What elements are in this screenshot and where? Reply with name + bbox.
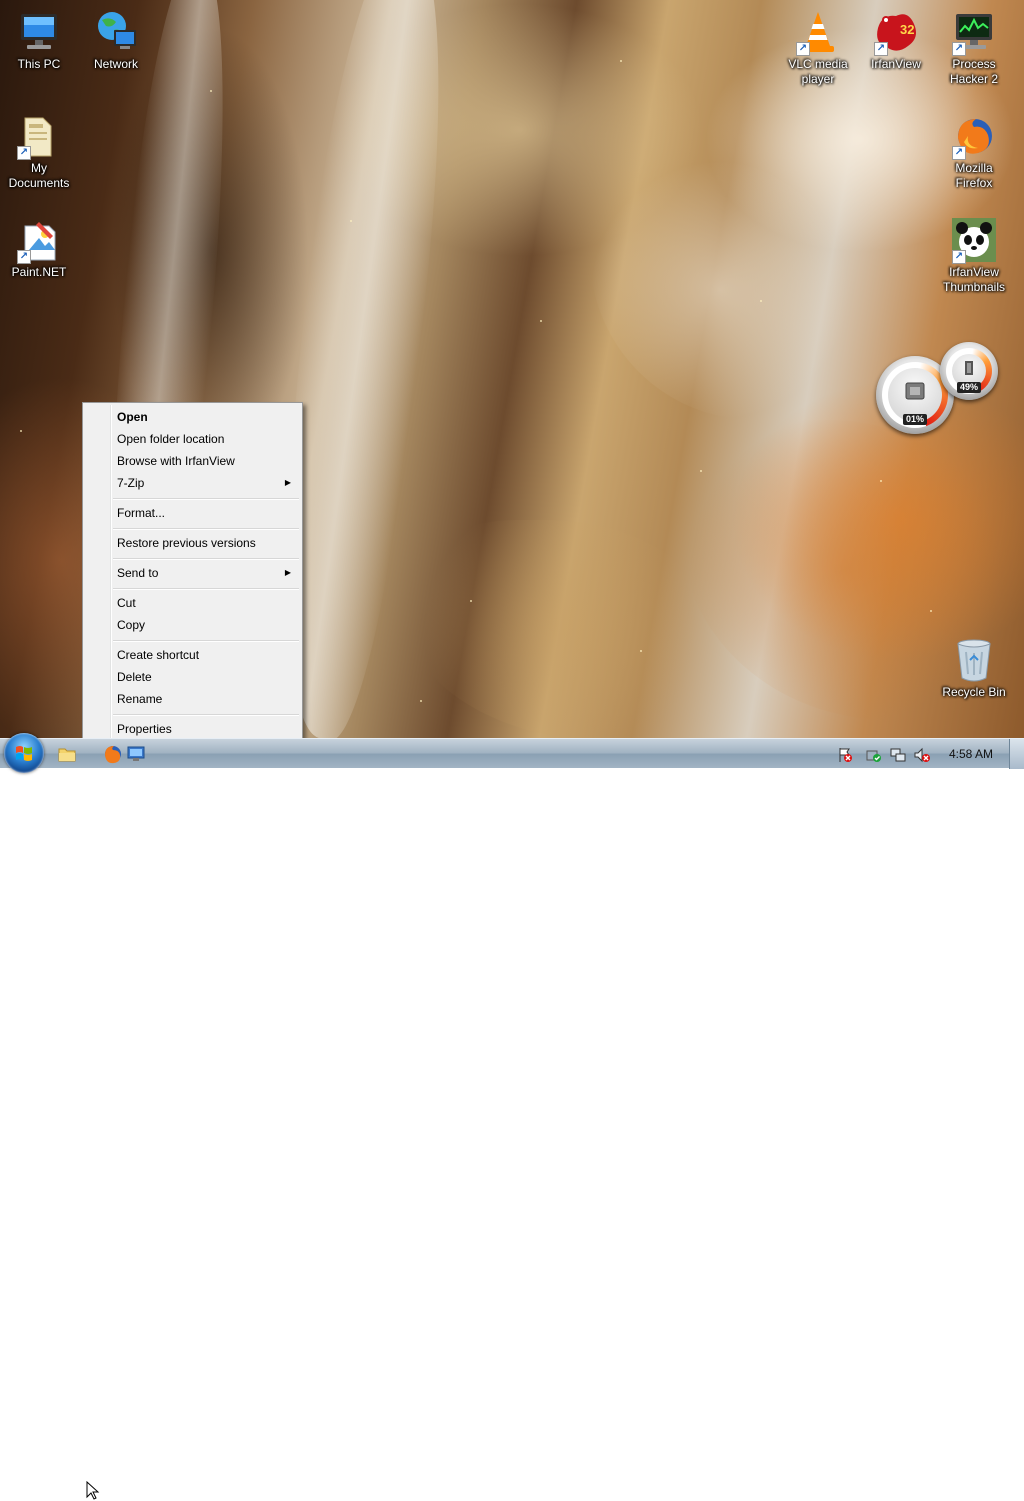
- documents-folder-icon: ↗: [15, 112, 63, 160]
- menu-item-create-shortcut[interactable]: Create shortcut: [85, 644, 300, 666]
- shortcut-arrow-icon: ↗: [952, 250, 966, 264]
- desktop-icon-paint-net[interactable]: ↗ Paint.NET: [1, 216, 77, 280]
- menu-item-7-zip[interactable]: 7-Zip ▶: [85, 472, 300, 494]
- windows-logo-icon: [16, 746, 32, 761]
- desktop-icon-label: Mozilla Firefox: [955, 161, 993, 190]
- vlc-cone-icon: ↗: [794, 8, 842, 56]
- desktop-icon-label: Paint.NET: [11, 265, 67, 279]
- shortcut-arrow-icon: ↗: [874, 42, 888, 56]
- menu-item-open-folder-location[interactable]: Open folder location: [85, 428, 300, 450]
- cpu-chip-icon: [905, 382, 925, 400]
- network-globe-icon: [92, 8, 140, 56]
- firefox-icon[interactable]: [103, 744, 123, 764]
- irfanview-icon: 32 ↗: [872, 8, 920, 56]
- memory-readout: 49%: [956, 382, 982, 393]
- desktop-icon-label: This PC: [17, 57, 61, 71]
- context-menu: Open Open folder location Browse with Ir…: [82, 402, 303, 738]
- submenu-arrow-icon: ▶: [284, 478, 291, 487]
- taskbar-clock[interactable]: 4:58 AM: [936, 739, 1006, 769]
- explorer-icon[interactable]: [57, 744, 77, 764]
- menu-separator: [113, 528, 299, 530]
- desktop-icon-label: IrfanView: [871, 57, 921, 71]
- start-button[interactable]: [4, 733, 44, 773]
- menu-separator: [113, 498, 299, 500]
- desktop-icon-irfanview-thumbnails[interactable]: ↗ IrfanView Thumbnails: [936, 216, 1012, 295]
- desktop-icon-vlc[interactable]: ↗ VLC media player: [780, 8, 856, 87]
- volume-muted-icon[interactable]: [914, 747, 930, 763]
- menu-separator: [113, 588, 299, 590]
- menu-item-browse-with-irfanview[interactable]: Browse with IrfanView: [85, 450, 300, 472]
- desktop-icon-label: Network: [93, 57, 138, 71]
- shortcut-arrow-icon: ↗: [17, 146, 31, 160]
- desktop-icon-firefox[interactable]: ↗ Mozilla Firefox: [936, 112, 1012, 191]
- desktop-icon-my-documents[interactable]: ↗ My Documents: [1, 112, 77, 191]
- show-desktop-button[interactable]: [1009, 739, 1024, 769]
- network-icon[interactable]: [890, 747, 906, 763]
- menu-item-restore-previous-versions[interactable]: Restore previous versions: [85, 532, 300, 554]
- shortcut-arrow-icon: ↗: [796, 42, 810, 56]
- menu-item-send-to[interactable]: Send to ▶: [85, 562, 300, 584]
- remote-desktop-icon[interactable]: [126, 744, 146, 764]
- submenu-arrow-icon: ▶: [284, 568, 291, 577]
- recycle-bin-icon: [950, 636, 998, 684]
- menu-item-rename[interactable]: Rename: [85, 688, 300, 710]
- action-center-icon[interactable]: [837, 747, 853, 763]
- desktop-icon-this-pc[interactable]: This PC: [1, 8, 77, 72]
- desktop-background: This PC Network ↗ My Documents ↗ Paint.N…: [0, 0, 1024, 738]
- menu-separator: [113, 558, 299, 560]
- security-icon[interactable]: [866, 747, 882, 763]
- desktop-icon-network[interactable]: Network: [78, 8, 154, 72]
- shortcut-arrow-icon: ↗: [17, 250, 31, 264]
- menu-item-properties[interactable]: Properties: [85, 718, 300, 738]
- memory-chip-icon: [965, 361, 973, 375]
- firefox-icon: ↗: [950, 112, 998, 160]
- menu-separator: [113, 714, 299, 716]
- desktop-icon-label: Process Hacker 2: [949, 57, 999, 86]
- irfanview-badge: 32: [900, 22, 914, 37]
- mouse-cursor-icon: [86, 1481, 100, 1500]
- desktop-icon-label: Recycle Bin: [942, 685, 1006, 699]
- desktop-icon-label: IrfanView Thumbnails: [942, 265, 1006, 294]
- cpu-readout: 01%: [902, 414, 928, 425]
- paint-net-icon: ↗: [15, 216, 63, 264]
- desktop-icon-label: My Documents: [8, 161, 70, 190]
- menu-separator: [113, 640, 299, 642]
- desktop-icon-process-hacker[interactable]: ↗ Process Hacker 2: [936, 8, 1012, 87]
- memory-meter-gadget[interactable]: 49%: [940, 342, 998, 400]
- shortcut-arrow-icon: ↗: [952, 146, 966, 160]
- computer-icon: [15, 8, 63, 56]
- menu-item-format[interactable]: Format...: [85, 502, 300, 524]
- menu-item-copy[interactable]: Copy: [85, 614, 300, 636]
- taskbar: 4:58 AM: [0, 733, 1024, 1500]
- menu-item-open[interactable]: Open: [85, 406, 300, 428]
- process-hacker-icon: ↗: [950, 8, 998, 56]
- desktop-icon-label: VLC media player: [788, 57, 848, 86]
- shortcut-arrow-icon: ↗: [952, 42, 966, 56]
- menu-item-cut[interactable]: Cut: [85, 592, 300, 614]
- desktop-icon-irfanview[interactable]: 32 ↗ IrfanView: [858, 8, 934, 72]
- panda-icon: ↗: [950, 216, 998, 264]
- menu-item-delete[interactable]: Delete: [85, 666, 300, 688]
- desktop-icon-recycle-bin[interactable]: Recycle Bin: [936, 636, 1012, 700]
